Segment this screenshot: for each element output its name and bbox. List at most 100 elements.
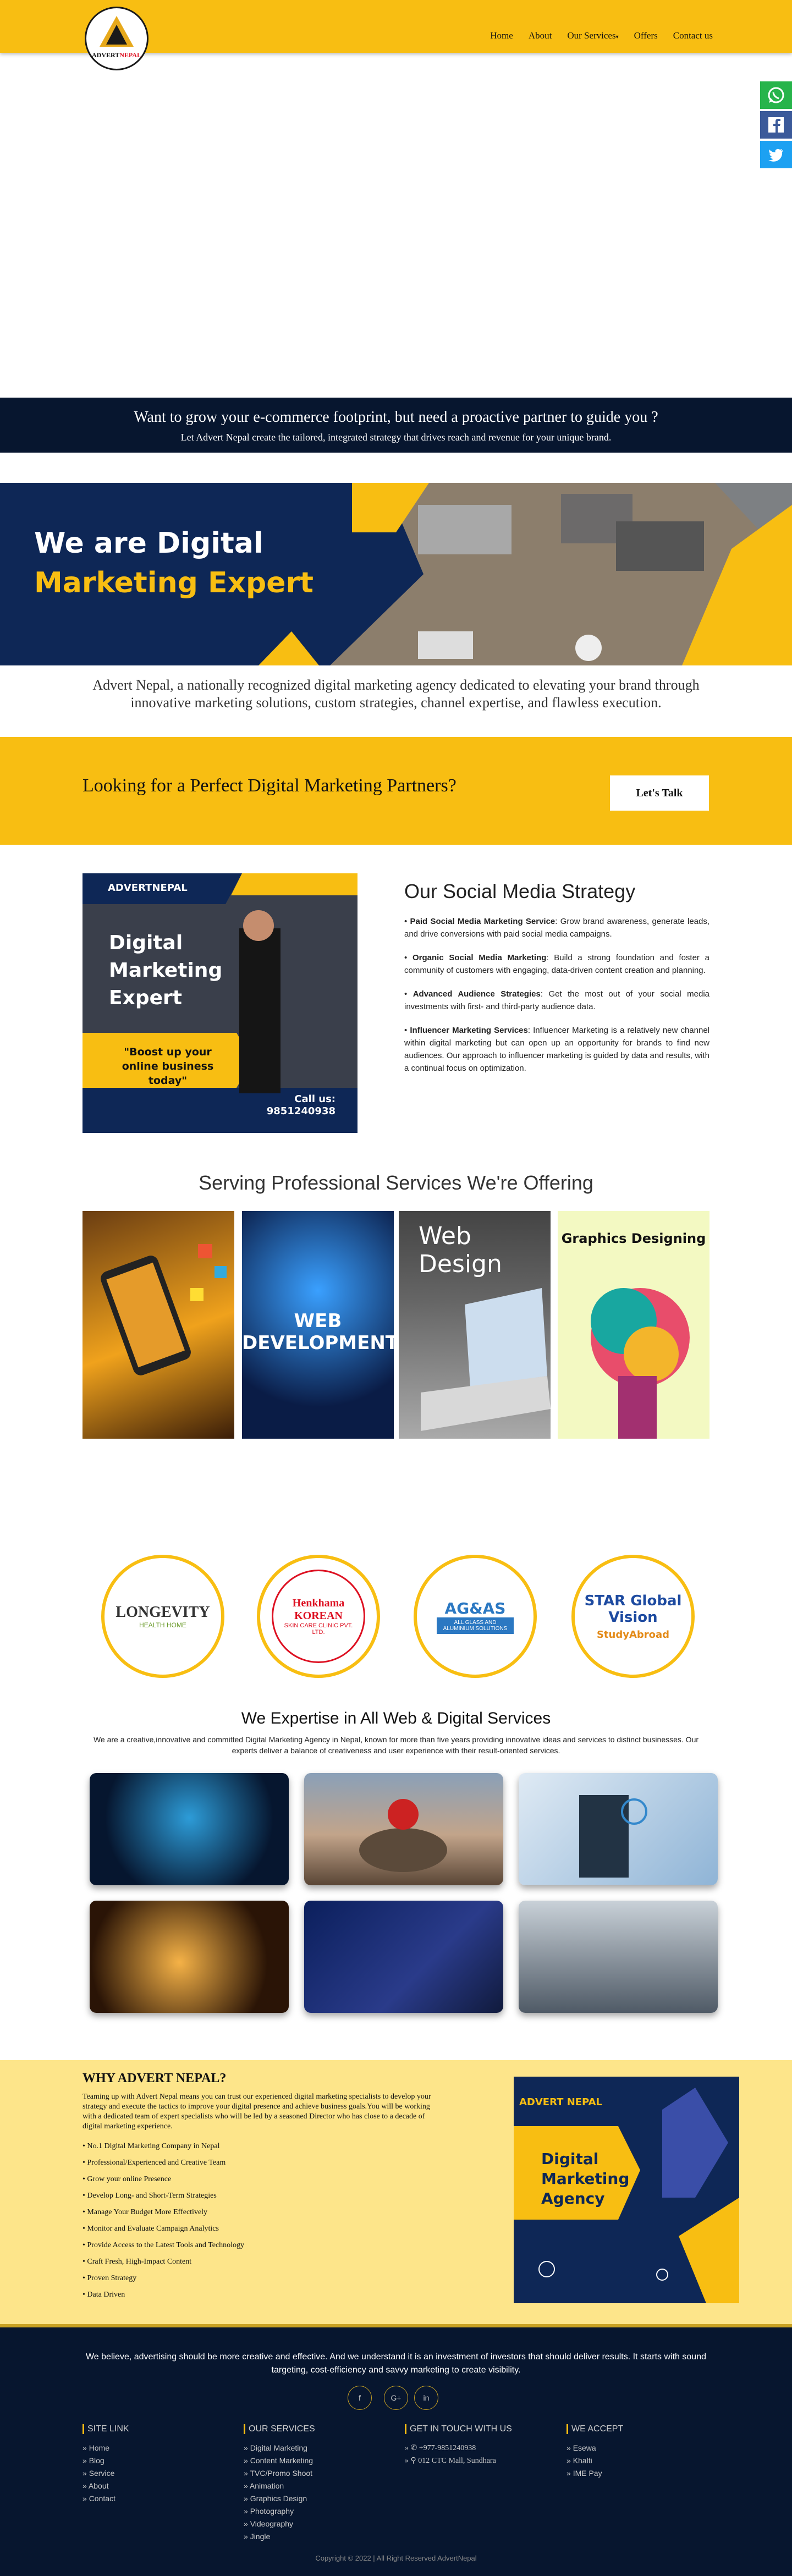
expertise-card-mobile[interactable] bbox=[90, 1901, 289, 2013]
graphics-head-image bbox=[591, 1288, 690, 1439]
why-list-item: • Data Driven bbox=[82, 2291, 125, 2299]
strategy-item: • Advanced Audience Strategies: Get the … bbox=[404, 989, 710, 1011]
twitter-button[interactable] bbox=[760, 141, 792, 168]
footer-services: OUR SERVICES Digital Marketing Content M… bbox=[244, 2424, 315, 2543]
caret-down-icon: ▾ bbox=[615, 34, 619, 40]
seo-image bbox=[579, 1795, 647, 1878]
why-list-item: • No.1 Digital Marketing Company in Nepa… bbox=[82, 2142, 220, 2150]
nav-services[interactable]: Our Services▾ bbox=[567, 30, 618, 41]
strategy-item: • Organic Social Media Marketing: Build … bbox=[404, 953, 710, 975]
cta-section: Looking for a Perfect Digital Marketing … bbox=[0, 737, 792, 845]
nav-home[interactable]: Home bbox=[490, 30, 513, 41]
footer-service-link[interactable]: Animation bbox=[244, 2480, 315, 2492]
expertise-title: We Expertise in All Web & Digital Servic… bbox=[241, 1709, 551, 1727]
poster-quote: "Boost up your online business today" bbox=[122, 1046, 214, 1087]
nav-offers[interactable]: Offers bbox=[634, 30, 658, 41]
footer-service-link[interactable]: Content Marketing bbox=[244, 2454, 315, 2467]
footer-facebook-button[interactable]: f bbox=[348, 2386, 372, 2410]
service-card-app[interactable] bbox=[82, 1211, 234, 1439]
footer-linkedin-button[interactable]: in bbox=[414, 2386, 438, 2410]
floating-social-bar bbox=[760, 81, 792, 168]
poster-heading: Digital Marketing Expert bbox=[109, 932, 223, 1009]
cta-title: Looking for a Perfect Digital Marketing … bbox=[82, 775, 457, 796]
why-title: WHY ADVERT NEPAL? bbox=[82, 2071, 227, 2085]
expertise-card-developer[interactable] bbox=[304, 1901, 503, 2013]
poster-call: Call us: 9851240938 bbox=[266, 1093, 336, 1117]
footer-service-link[interactable]: Graphics Design bbox=[244, 2492, 315, 2505]
strategy-item: • Paid Social Media Marketing Service: G… bbox=[404, 917, 710, 939]
footer-service-link[interactable]: Digital Marketing bbox=[244, 2442, 315, 2454]
why-list-item: • Craft Fresh, High-Impact Content bbox=[82, 2258, 192, 2266]
why-list: • No.1 Digital Marketing Company in Nepa… bbox=[82, 2138, 244, 2303]
client-logo-longevity[interactable]: LONGEVITY HEALTH HOME bbox=[101, 1555, 224, 1678]
client-logo-henkhama[interactable]: Henkhama KOREAN SKIN CARE CLINIC PVT. LT… bbox=[257, 1555, 380, 1678]
footer-service-link[interactable]: Videography bbox=[244, 2518, 315, 2530]
footer-service-link[interactable]: Photography bbox=[244, 2505, 315, 2518]
facebook-icon bbox=[768, 117, 784, 133]
expertise-card-seo[interactable] bbox=[519, 1773, 718, 1885]
client-logo-star[interactable]: STAR Global Vision StudyAbroad bbox=[571, 1555, 695, 1678]
why-list-item: • Provide Access to the Latest Tools and… bbox=[82, 2241, 245, 2249]
banner-subtitle: Let Advert Nepal create the tailored, in… bbox=[180, 432, 612, 443]
payment-khalti: Khalti bbox=[566, 2454, 623, 2467]
nav-contact[interactable]: Contact us bbox=[673, 30, 713, 41]
client-logo-agas[interactable]: AG&AS ALL GLASS AND ALUMINIUM SOLUTIONS bbox=[414, 1555, 537, 1678]
footer-link-service[interactable]: Service bbox=[82, 2467, 129, 2480]
logo-text: ADVERTNEPAL bbox=[91, 51, 142, 59]
nav-about[interactable]: About bbox=[529, 30, 552, 41]
why-section: WHY ADVERT NEPAL? Teaming up with Advert… bbox=[0, 2060, 792, 2324]
hero-title-line1: We are Digital bbox=[34, 527, 263, 560]
service-card-web-design[interactable]: Web Design bbox=[399, 1211, 551, 1439]
why-list-item: • Manage Your Budget More Effectively bbox=[82, 2208, 208, 2216]
why-list-item: • Proven Strategy bbox=[82, 2274, 137, 2282]
footer-contact: GET IN TOUCH WITH US » ✆ +977-9851240938… bbox=[405, 2424, 512, 2467]
hero-title-line2: Marketing Expert bbox=[34, 566, 314, 599]
footer-payments: WE ACCEPT Esewa Khalti IME Pay bbox=[566, 2424, 623, 2480]
footer-google-plus-button[interactable]: G+ bbox=[384, 2386, 408, 2410]
web-dev-label: WEB DEVELOPMENT bbox=[242, 1310, 394, 1354]
service-card-graphics[interactable]: Graphics Designing bbox=[558, 1211, 710, 1439]
expertise-card-office[interactable] bbox=[519, 1901, 718, 2013]
service-card-web-dev[interactable]: WEB DEVELOPMENT bbox=[242, 1211, 394, 1439]
why-list-item: • Develop Long- and Short-Term Strategie… bbox=[82, 2192, 217, 2200]
expertise-desc: We are a creative,innovative and committ… bbox=[93, 1735, 699, 1755]
whatsapp-button[interactable] bbox=[760, 81, 792, 109]
footer-service-link[interactable]: TVC/Promo Shoot bbox=[244, 2467, 315, 2480]
navbar: ADVERTNEPAL Home About Our Services▾ Off… bbox=[0, 0, 792, 70]
strategy-item: • Influencer Marketing Services: Influen… bbox=[404, 1026, 710, 1073]
twitter-icon bbox=[768, 148, 783, 162]
footer-phone[interactable]: » ✆ +977-9851240938 bbox=[405, 2442, 512, 2454]
footer-link-home[interactable]: Home bbox=[82, 2442, 129, 2454]
footer-text: We believe, advertising should be more c… bbox=[85, 2352, 706, 2375]
footer-link-blog[interactable]: Blog bbox=[82, 2454, 129, 2467]
footer-link-about[interactable]: About bbox=[82, 2480, 129, 2492]
promo-banner: Want to grow your e-commerce footprint, … bbox=[0, 398, 792, 453]
copyright: Copyright © 2022 | All Right Reserved Ad… bbox=[315, 2554, 477, 2562]
why-list-item: • Grow your online Presence bbox=[82, 2175, 172, 2183]
promo-poster: ADVERTNEPAL Digital Marketing Expert "Boos… bbox=[82, 873, 358, 1133]
nav-services-label: Our Services bbox=[567, 30, 616, 41]
whatsapp-icon bbox=[768, 87, 784, 103]
why-desc: Teaming up with Advert Nepal means you c… bbox=[82, 2093, 431, 2131]
logo-icon bbox=[100, 16, 134, 47]
mobile-apps-image bbox=[101, 1244, 227, 1375]
agency-brand: ADVERT NEPAL bbox=[519, 2096, 602, 2108]
footer-address: » ⚲ 012 CTC Mall, Sundhara bbox=[405, 2457, 496, 2465]
lets-talk-button[interactable]: Let's Talk bbox=[610, 775, 709, 811]
agency-poster: ADVERT NEPAL Digital Marketing Agency bbox=[514, 2077, 739, 2303]
why-list-item: • Professional/Experienced and Creative … bbox=[82, 2159, 226, 2167]
expertise-card-turtle[interactable] bbox=[304, 1773, 503, 1885]
footer-link-contact[interactable]: Contact bbox=[82, 2492, 129, 2505]
logo[interactable]: ADVERTNEPAL bbox=[85, 7, 148, 70]
banner-title: Want to grow your e-commerce footprint, … bbox=[134, 409, 658, 426]
nav-menu: Home About Our Services▾ Offers Contact … bbox=[490, 30, 713, 41]
facebook-button[interactable] bbox=[760, 111, 792, 139]
footer: We believe, advertising should be more c… bbox=[0, 2324, 792, 2576]
laptop-image bbox=[421, 1288, 551, 1431]
expertise-card-tech[interactable] bbox=[90, 1773, 289, 1885]
payment-esewa: Esewa bbox=[566, 2442, 623, 2454]
footer-site-links: SITE LINK Home Blog Service About Contac… bbox=[82, 2424, 129, 2505]
footer-service-link[interactable]: Jingle bbox=[244, 2530, 315, 2543]
location-pin-icon: ⚲ bbox=[410, 2457, 416, 2465]
phone-icon: ✆ bbox=[410, 2444, 417, 2452]
